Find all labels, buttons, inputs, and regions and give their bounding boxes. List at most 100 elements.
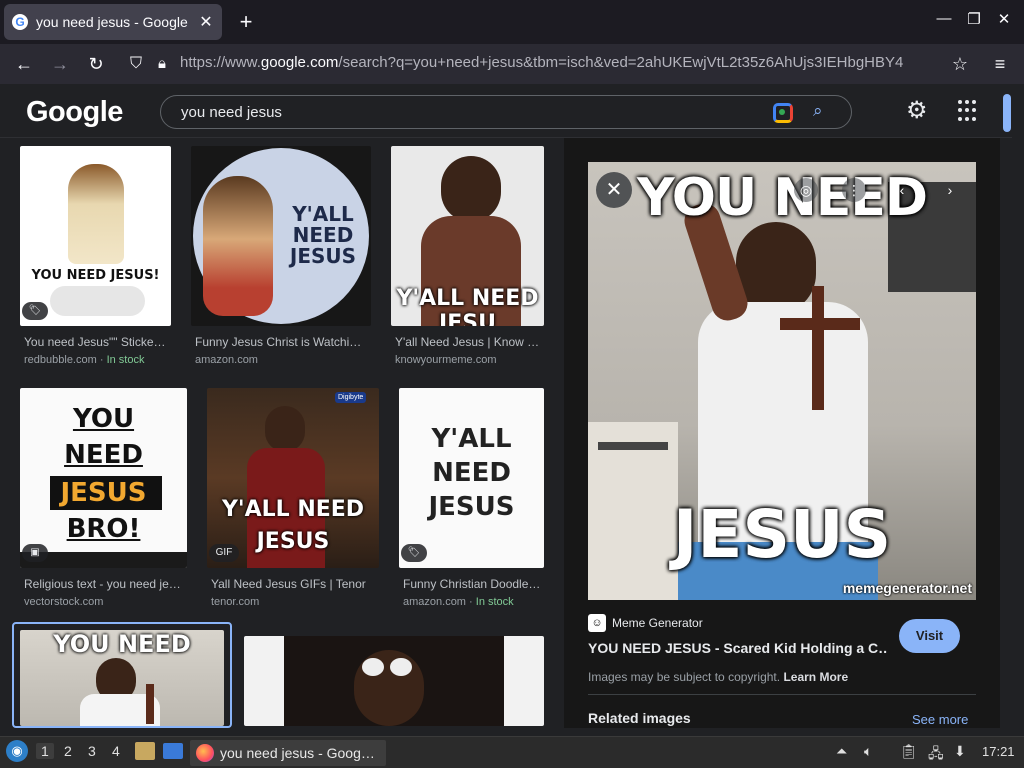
restore-icon[interactable]: ❐ (962, 10, 986, 28)
search-icon[interactable]: ⌕ (813, 101, 823, 121)
tab-close-icon[interactable]: ✕ (198, 12, 214, 32)
learn-more-link[interactable]: Learn More (783, 670, 848, 684)
forward-icon[interactable]: → (46, 50, 74, 78)
lens-search-icon[interactable]: ◎ (794, 178, 818, 202)
url-bar[interactable]: https://www.google.com/search?q=you+need… (180, 54, 945, 71)
workspace-2[interactable]: 2 (64, 743, 72, 759)
thumbnail-text-line: YOU (72, 404, 135, 434)
preview-site-name: Meme Generator (612, 616, 703, 630)
search-box[interactable]: you need jesus ⌕ (160, 95, 852, 129)
clipboard-icon[interactable]: 📋︎ (900, 743, 918, 760)
meme-bottom-text: JESUS (672, 496, 892, 573)
bookmark-star-icon[interactable]: ☆ (946, 50, 974, 78)
result-source: amazon.com (195, 354, 258, 366)
result-thumbnail[interactable]: YOU NEED JESUS! 🏷︎ (20, 146, 171, 326)
back-icon[interactable]: ← (10, 50, 38, 78)
url-path: /search?q=you+need+jesus&tbm=isch&ved=2a… (338, 54, 904, 71)
thumbnail-text-line: BRO! (66, 514, 141, 544)
firefox-icon (196, 744, 214, 762)
result-caption[interactable]: You need Jesus"" Sticke… (24, 335, 172, 349)
image-icon: ▣ (22, 544, 48, 562)
apps-grid-icon[interactable] (958, 100, 980, 122)
next-icon[interactable]: › (938, 178, 962, 202)
workspace-3[interactable]: 3 (88, 743, 96, 759)
result-source: redbubble.com · In stock (24, 354, 145, 366)
preview-title[interactable]: YOU NEED JESUS - Scared Kid Holding a C… (588, 640, 888, 656)
tag-icon: 🏷︎ (22, 302, 48, 320)
related-images-heading: Related images (588, 710, 691, 726)
shield-icon[interactable]: ⛉ (122, 50, 150, 78)
tab-title: you need jesus - Google (36, 14, 188, 30)
result-caption[interactable]: Y'all Need Jesus | Know … (395, 335, 543, 349)
thumbnail-text-line: NEED (64, 440, 143, 470)
google-favicon-icon: G (12, 14, 28, 30)
workspace-1[interactable]: 1 (36, 743, 54, 759)
tab-bar: G you need jesus - Google ✕ + — ❐ ✕ (0, 0, 1024, 44)
watermark: memegenerator.net (842, 580, 972, 596)
result-thumbnail[interactable]: YOU NEED JESUS BRO! ▣ (20, 388, 187, 568)
result-thumbnail[interactable] (244, 636, 544, 726)
thumbnail-text: YOU NEED (53, 630, 191, 658)
new-tab-button[interactable]: + (232, 8, 260, 36)
taskbar: ◉ 1 2 3 4 you need jesus - Goog… ⏶ 🔈︎ 📋︎… (0, 736, 1024, 768)
browser-tab[interactable]: G you need jesus - Google ✕ (4, 4, 222, 40)
gif-badge: GIF (209, 544, 239, 562)
thumbnail-text: YOU NEED JESUS! (31, 268, 160, 283)
result-caption[interactable]: Religious text - you need je… (24, 577, 182, 591)
result-caption[interactable]: Funny Christian Doodle… (403, 577, 543, 591)
scrollbar-thumb[interactable] (1003, 94, 1011, 132)
thumbnail-text-line: NEED (432, 458, 511, 488)
start-menu-icon[interactable]: ◉ (6, 740, 28, 762)
taskbar-task-title: you need jesus - Goog… (220, 745, 375, 761)
google-logo[interactable]: Google (26, 96, 123, 129)
search-input[interactable]: you need jesus (181, 104, 282, 121)
result-thumbnail[interactable]: Y'ALL NEED JESU (391, 146, 544, 326)
divider (588, 694, 976, 695)
meme-top-text: YOU NEED (636, 168, 928, 228)
tag-icon: 🏷︎ (401, 544, 427, 562)
volume-icon[interactable]: 🔈︎ (864, 743, 872, 760)
network-icon[interactable]: 🖧 (928, 743, 944, 767)
taskbar-firefox-window[interactable]: you need jesus - Goog… (190, 740, 386, 766)
thumbnail-text-line: JESUS (428, 492, 515, 522)
result-source: tenor.com (211, 596, 260, 608)
updates-icon[interactable]: ⬇ (954, 743, 966, 760)
reload-icon[interactable]: ↻ (82, 50, 110, 78)
google-lens-icon[interactable] (773, 103, 793, 123)
result-thumbnail[interactable]: YOU NEED (20, 630, 224, 726)
result-source: amazon.com · In stock (403, 596, 514, 608)
result-caption[interactable]: Funny Jesus Christ is Watchi… (195, 335, 371, 349)
thumbnail-text-line: Y'ALL (431, 424, 512, 454)
url-prefix: https://www. (180, 54, 261, 71)
previous-icon[interactable]: ‹ (890, 178, 914, 202)
workspace-4[interactable]: 4 (112, 743, 120, 759)
more-options-icon[interactable]: ⋮ (842, 178, 866, 202)
clock: 17:21 (982, 744, 1015, 759)
result-source: knowyourmeme.com (395, 354, 497, 366)
visit-button[interactable]: Visit (899, 619, 960, 653)
thumbnail-text-line: JESUS (60, 478, 147, 508)
menu-icon[interactable]: ≡ (986, 50, 1014, 78)
meme-generator-site-icon: ☺ (588, 614, 606, 632)
result-caption[interactable]: Yall Need Jesus GIFs | Tenor (211, 577, 379, 591)
copyright-notice: Images may be subject to copyright. Lear… (588, 670, 849, 684)
thumbnail-text: Y'ALL NEED JESUS (289, 202, 357, 268)
preview-site[interactable]: ☺ Meme Generator (588, 614, 703, 632)
see-more-link[interactable]: See more (912, 712, 968, 727)
close-preview-icon[interactable]: ✕ (596, 172, 632, 208)
window-close-icon[interactable]: ✕ (992, 10, 1016, 28)
preview-image[interactable]: YOU NEED JESUS memegenerator.net (588, 162, 976, 600)
result-source: vectorstock.com (24, 596, 104, 608)
in-stock-label: In stock (475, 596, 514, 608)
tray-up-icon[interactable]: ⏶ (836, 743, 847, 760)
desktop-icon[interactable] (163, 743, 183, 759)
minimize-icon[interactable]: — (932, 10, 956, 27)
thumbnail-text: Y'ALL NEED JESU (396, 286, 539, 326)
result-thumbnail[interactable]: Y'ALL NEED JESUS (191, 146, 371, 326)
result-thumbnail[interactable]: Y'ALL NEED JESUS Digibyte GIF (207, 388, 379, 568)
result-thumbnail[interactable]: Y'ALL NEED JESUS 🏷︎ (399, 388, 544, 568)
lock-icon[interactable]: 🔒︎ (148, 50, 176, 78)
file-manager-icon[interactable] (135, 742, 155, 760)
settings-gear-icon[interactable]: ⚙ (906, 96, 928, 125)
in-stock-label: In stock (106, 354, 145, 366)
